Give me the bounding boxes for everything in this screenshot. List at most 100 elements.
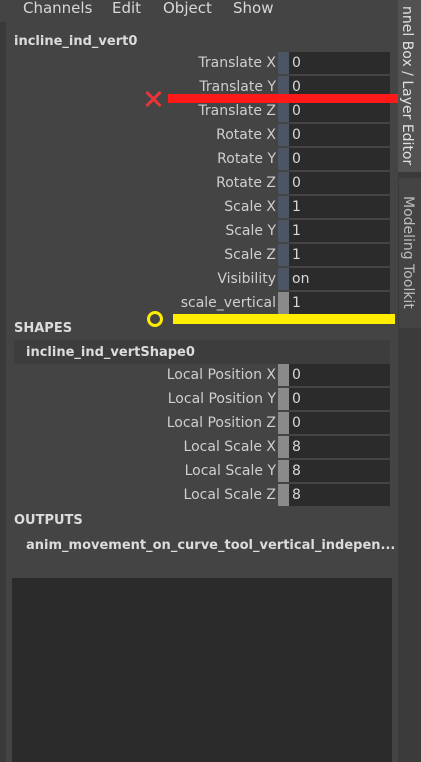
attr-value-field[interactable]: 0: [278, 52, 390, 74]
attr-value-field[interactable]: 1: [278, 196, 390, 218]
yellow-highlight-line: [173, 314, 395, 324]
attr-value-text: 0: [292, 367, 301, 383]
attr-label: Rotate X: [216, 127, 276, 143]
attr-value-field[interactable]: 1: [278, 244, 390, 266]
yellow-circle-icon: [147, 311, 163, 327]
attr-label: Scale Y: [225, 223, 276, 239]
keyed-indicator: [278, 292, 289, 314]
outputs-section-title: OUTPUTS: [14, 513, 83, 528]
attr-value-text: 0: [292, 151, 301, 167]
attr-value-text: on: [292, 271, 310, 287]
attr-value-field[interactable]: 0: [278, 364, 390, 386]
keyed-indicator: [278, 268, 289, 290]
attr-row-scale-x[interactable]: Scale X 1: [6, 196, 398, 218]
attr-value-text: 8: [292, 463, 301, 479]
attr-row-scale-y[interactable]: Scale Y 1: [6, 220, 398, 242]
attr-label: Local Position Y: [167, 391, 276, 407]
menu-edit[interactable]: Edit: [112, 0, 141, 16]
attr-value-text: 1: [292, 295, 301, 311]
attr-value-field[interactable]: 8: [278, 436, 390, 458]
attr-label: Rotate Y: [217, 151, 276, 167]
channel-box-menubar: Channels Edit Object Show: [0, 0, 398, 22]
attr-value-field[interactable]: 1: [278, 220, 390, 242]
attr-row-local-position-z[interactable]: Local Position Z 0: [6, 412, 398, 434]
tab-modeling-toolkit-label: Modeling Toolkit: [400, 196, 416, 309]
keyed-indicator: [278, 412, 289, 434]
attr-value-text: 0: [292, 55, 301, 71]
menu-show[interactable]: Show: [233, 0, 273, 16]
attr-label: Local Position Z: [166, 415, 276, 431]
attr-value-field[interactable]: 0: [278, 412, 390, 434]
right-tab-strip: [398, 328, 421, 762]
keyed-indicator: [278, 100, 289, 122]
empty-bottom-panel: [12, 578, 392, 762]
keyed-indicator: [278, 124, 289, 146]
attr-row-local-scale-x[interactable]: Local Scale X 8: [6, 436, 398, 458]
attr-row-rotate-x[interactable]: Rotate X 0: [6, 124, 398, 146]
keyed-indicator: [278, 148, 289, 170]
attr-row-local-scale-y[interactable]: Local Scale Y 8: [6, 460, 398, 482]
tab-modeling-toolkit[interactable]: Modeling Toolkit: [398, 178, 421, 328]
attr-row-translate-x[interactable]: Translate X 0: [6, 52, 398, 74]
attr-value-field[interactable]: 8: [278, 460, 390, 482]
tab-channel-box-layer-editor[interactable]: nnel Box / Layer Editor: [398, 0, 421, 172]
attr-value-field[interactable]: 0: [278, 124, 390, 146]
keyed-indicator: [278, 484, 289, 506]
tab-channel-box-label: nnel Box / Layer Editor: [399, 6, 415, 166]
attr-value-field[interactable]: 8: [278, 484, 390, 506]
attr-label: Local Scale X: [183, 439, 276, 455]
attr-value-text: 0: [292, 391, 301, 407]
attr-value-text: 8: [292, 439, 301, 455]
attr-row-visibility[interactable]: Visibility on: [6, 268, 398, 290]
keyed-indicator: [278, 52, 289, 74]
shapes-section-title: SHAPES: [14, 321, 73, 336]
attr-row-local-position-y[interactable]: Local Position Y 0: [6, 388, 398, 410]
attr-value-field[interactable]: 1: [278, 292, 390, 314]
attr-label: Visibility: [217, 271, 276, 287]
attr-value-text: 1: [292, 247, 301, 263]
attr-value-text: 1: [292, 223, 301, 239]
attr-value-field[interactable]: 0: [278, 148, 390, 170]
keyed-indicator: [278, 172, 289, 194]
outputs-node-title[interactable]: anim_movement_on_curve_tool_vertical_ind…: [26, 538, 395, 553]
attr-value-field[interactable]: 0: [278, 388, 390, 410]
attr-value-text: 0: [292, 415, 301, 431]
attr-value-text: 0: [292, 127, 301, 143]
red-highlight-line: [168, 94, 398, 103]
menu-object[interactable]: Object: [163, 0, 212, 16]
attr-label: Scale X: [224, 199, 276, 215]
shape-node-header[interactable]: incline_ind_vertShape0: [14, 340, 390, 364]
attr-value-text: 0: [292, 103, 301, 119]
transform-node-title[interactable]: incline_ind_vert0: [14, 34, 137, 49]
keyed-indicator: [278, 460, 289, 482]
attr-row-scale-vertical[interactable]: scale_vertical 1: [6, 292, 398, 314]
keyed-indicator: [278, 436, 289, 458]
attr-label: Translate Z: [198, 103, 276, 119]
attr-label: Local Scale Y: [184, 463, 276, 479]
attr-value-field[interactable]: 0: [278, 100, 390, 122]
attr-value-text: 8: [292, 487, 301, 503]
attr-row-local-position-x[interactable]: Local Position X 0: [6, 364, 398, 386]
keyed-indicator: [278, 388, 289, 410]
attr-row-rotate-y[interactable]: Rotate Y 0: [6, 148, 398, 170]
attr-row-local-scale-z[interactable]: Local Scale Z 8: [6, 484, 398, 506]
keyed-indicator: [278, 364, 289, 386]
keyed-indicator: [278, 196, 289, 218]
red-cross-icon: [142, 89, 164, 109]
channel-box-panel: Channels Edit Object Show incline_ind_ve…: [0, 0, 421, 762]
attr-label: scale_vertical: [180, 295, 276, 311]
keyed-indicator: [278, 220, 289, 242]
attr-value-text: 1: [292, 199, 301, 215]
attr-value-field[interactable]: 0: [278, 172, 390, 194]
attr-label: Scale Z: [224, 247, 276, 263]
attr-label: Local Position X: [166, 367, 276, 383]
attr-label: Local Scale Z: [183, 487, 276, 503]
attr-row-translate-z[interactable]: Translate Z 0: [6, 100, 398, 122]
attr-label: Translate X: [198, 55, 276, 71]
attr-value-field[interactable]: on: [278, 268, 390, 290]
attr-row-scale-z[interactable]: Scale Z 1: [6, 244, 398, 266]
attr-row-rotate-z[interactable]: Rotate Z 0: [6, 172, 398, 194]
attr-value-text: 0: [292, 175, 301, 191]
keyed-indicator: [278, 244, 289, 266]
menu-channels[interactable]: Channels: [23, 0, 92, 16]
